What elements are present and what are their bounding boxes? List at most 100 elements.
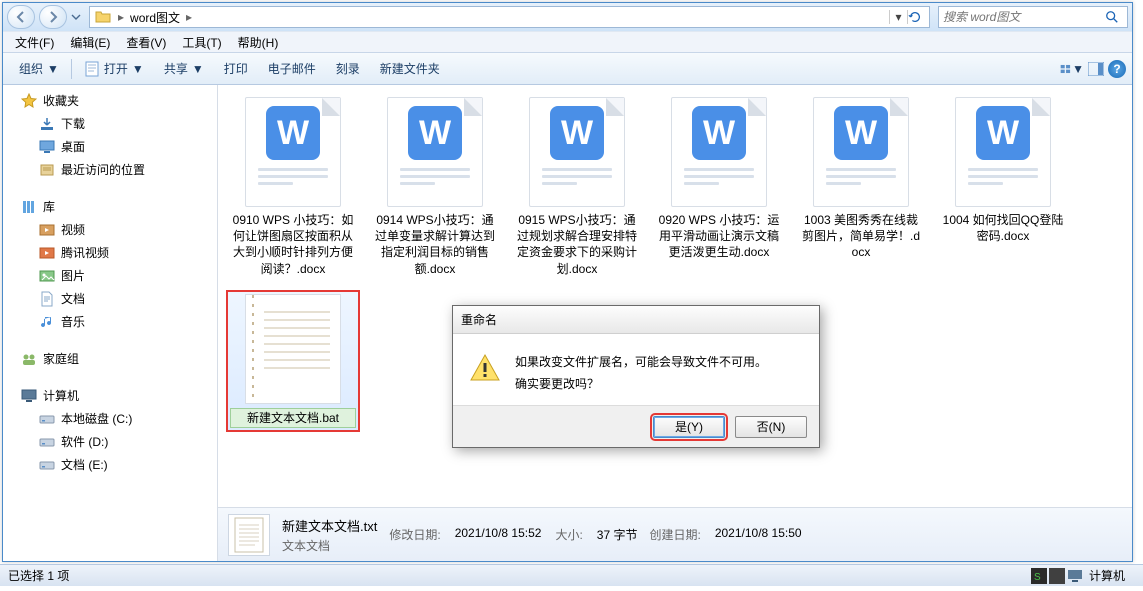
sidebar-item-pictures[interactable]: 图片 — [3, 264, 217, 287]
dialog-yes-button[interactable]: 是(Y) — [653, 416, 725, 438]
address-dropdown[interactable]: ▾ — [889, 10, 907, 24]
toolbar: 组织 ▼ 打开 ▼ 共享 ▼ 打印 电子邮件 刻录 新建文件夹 ▼ ? — [3, 53, 1132, 85]
file-item[interactable]: W0915 WPS小技巧：通过规划求解合理安排特定资金要求下的采购计划.docx — [510, 93, 644, 282]
music-icon — [39, 314, 55, 330]
wps-badge-icon: W — [550, 106, 604, 160]
navigation-pane: 收藏夹 下载 桌面 最近访问的位置 库 视频 腾讯视频 图片 文档 音乐 家庭组 — [3, 85, 218, 561]
menubar: 文件(F) 编辑(E) 查看(V) 工具(T) 帮助(H) — [3, 31, 1132, 53]
file-thumbnail: W — [529, 97, 625, 207]
arrow-left-icon — [13, 9, 29, 25]
view-icon — [1060, 62, 1072, 76]
file-item[interactable]: W 0914 WPS小技巧：通过单变量求解计算达到指定利润目标的销售额.docx — [368, 93, 502, 282]
file-item[interactable]: W 0920 WPS 小技巧：运用平滑动画让演示文稿更活泼更生动.docx — [652, 93, 786, 282]
search-box[interactable] — [938, 6, 1128, 28]
sidebar-item-drive-c[interactable]: 本地磁盘 (C:) — [3, 407, 217, 430]
details-modified-value: 2021/10/8 15:52 — [455, 526, 542, 543]
share-button[interactable]: 共享 ▼ — [154, 56, 214, 81]
file-item[interactable]: W 0910 WPS 小技巧：如何让饼图扇区按面积从大到小顺时针排列方便阅读？.d… — [226, 93, 360, 282]
print-button[interactable]: 打印 — [214, 56, 258, 81]
dialog-no-button[interactable]: 否(N) — [735, 416, 807, 438]
menu-view[interactable]: 查看(V) — [118, 32, 174, 53]
menu-help[interactable]: 帮助(H) — [230, 32, 287, 53]
tray-icon[interactable] — [1049, 568, 1065, 584]
file-name-label: 0920 WPS 小技巧：运用平滑动画让演示文稿更活泼更生动.docx — [656, 211, 782, 262]
favorites-header[interactable]: 收藏夹 — [3, 89, 217, 112]
drive-icon — [39, 434, 55, 450]
status-selection: 已选择 1 项 — [8, 567, 69, 584]
menu-tools[interactable]: 工具(T) — [174, 32, 229, 53]
details-created-label: 创建日期: — [649, 526, 700, 543]
menu-file[interactable]: 文件(F) — [7, 32, 62, 53]
file-item[interactable]: W 1004 如何找回QQ登陆密码.docx — [936, 93, 1070, 282]
computer-tray-icon[interactable] — [1067, 568, 1083, 584]
burn-button[interactable]: 刻录 — [326, 56, 370, 81]
libraries-header[interactable]: 库 — [3, 195, 217, 218]
drive-icon — [39, 411, 55, 427]
tray-icon[interactable]: S — [1031, 568, 1047, 584]
file-name-edit[interactable]: 新建文本文档.bat — [230, 408, 356, 428]
file-name-label: 0910 WPS 小技巧：如何让饼图扇区按面积从大到小顺时针排列方便阅读？.do… — [230, 211, 356, 278]
sidebar-item-tencent-video[interactable]: 腾讯视频 — [3, 241, 217, 264]
sidebar-item-desktop[interactable]: 桌面 — [3, 135, 217, 158]
sidebar-item-documents[interactable]: 文档 — [3, 287, 217, 310]
help-button[interactable]: ? — [1108, 60, 1126, 78]
homegroup-icon — [21, 351, 37, 367]
file-name-label: 0914 WPS小技巧：通过单变量求解计算达到指定利润目标的销售额.docx — [372, 211, 498, 278]
folder-icon — [94, 9, 112, 25]
rename-dialog: 重命名 如果改变文件扩展名，可能会导致文件不可用。 确实要更改吗？ 是(Y) 否… — [452, 305, 820, 448]
svg-text:S: S — [1034, 572, 1041, 583]
sidebar-item-downloads[interactable]: 下载 — [3, 112, 217, 135]
details-created-value: 2021/10/8 15:50 — [715, 526, 802, 543]
refresh-button[interactable] — [907, 10, 929, 24]
wps-badge-icon: W — [266, 106, 320, 160]
document-icon — [39, 291, 55, 307]
address-bar[interactable]: ▸ word图文 ▸ ▾ — [89, 6, 930, 28]
menu-edit[interactable]: 编辑(E) — [62, 32, 118, 53]
sidebar-item-recent[interactable]: 最近访问的位置 — [3, 158, 217, 181]
details-size-label: 大小: — [555, 526, 582, 543]
file-name-label: 1004 如何找回QQ登陆密码.docx — [940, 211, 1066, 245]
homegroup-header[interactable]: 家庭组 — [3, 347, 217, 370]
search-icon — [1105, 10, 1127, 24]
status-computer: 计算机 — [1089, 567, 1125, 584]
file-thumbnail: W — [245, 97, 341, 207]
email-button[interactable]: 电子邮件 — [258, 56, 326, 81]
details-thumbnail — [228, 514, 270, 556]
wps-badge-icon: W — [692, 106, 746, 160]
explorer-window: ▸ word图文 ▸ ▾ 文件(F) 编辑(E) 查看(V) 工具(T) 帮助(… — [2, 2, 1133, 562]
sidebar-item-drive-e[interactable]: 文档 (E:) — [3, 453, 217, 476]
sidebar-item-videos[interactable]: 视频 — [3, 218, 217, 241]
file-thumbnail — [245, 294, 341, 404]
file-thumbnail: W — [813, 97, 909, 207]
file-item[interactable]: W 1003 美图秀秀在线裁剪图片，简单易学！.docx — [794, 93, 928, 282]
arrow-right-icon — [45, 9, 61, 25]
wps-badge-icon: W — [834, 106, 888, 160]
picture-icon — [39, 268, 55, 284]
preview-pane-button[interactable] — [1084, 57, 1108, 81]
file-name-label: 1003 美图秀秀在线裁剪图片，简单易学！.docx — [798, 211, 924, 262]
file-item[interactable]: 新建文本文档.bat — [226, 290, 360, 432]
download-icon — [39, 116, 55, 132]
organize-button[interactable]: 组织 ▼ — [9, 56, 69, 81]
notepad-icon — [84, 61, 100, 77]
sidebar-item-music[interactable]: 音乐 — [3, 310, 217, 333]
sidebar-item-drive-d[interactable]: 软件 (D:) — [3, 430, 217, 453]
open-button[interactable]: 打开 ▼ — [74, 56, 154, 81]
refresh-icon — [908, 10, 922, 24]
search-input[interactable] — [939, 10, 1105, 24]
breadcrumb-separator: ▸ — [116, 10, 126, 24]
nav-forward-button[interactable] — [39, 5, 67, 29]
breadcrumb-segment[interactable]: word图文 — [126, 9, 184, 26]
dialog-title: 重命名 — [453, 306, 819, 334]
wps-badge-icon: W — [976, 106, 1030, 160]
warning-icon — [469, 352, 501, 384]
nav-back-button[interactable] — [7, 5, 35, 29]
video-icon — [39, 245, 55, 261]
nav-history-dropdown[interactable] — [71, 10, 81, 24]
recent-icon — [39, 162, 55, 178]
computer-header[interactable]: 计算机 — [3, 384, 217, 407]
wps-badge-icon: W — [408, 106, 462, 160]
details-modified-label: 修改日期: — [389, 526, 440, 543]
new-folder-button[interactable]: 新建文件夹 — [370, 56, 450, 81]
view-options-button[interactable]: ▼ — [1060, 57, 1084, 81]
